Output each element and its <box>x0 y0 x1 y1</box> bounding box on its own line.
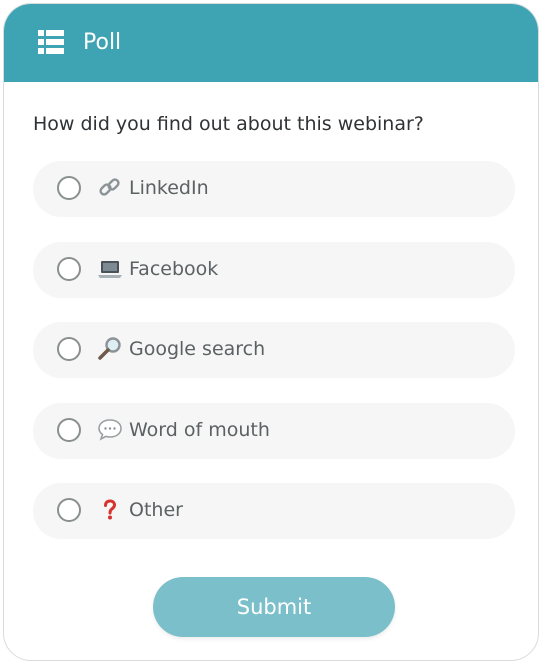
submit-button[interactable]: Submit <box>153 577 395 637</box>
option-facebook[interactable]: Facebook <box>33 242 515 298</box>
radio-button[interactable] <box>57 498 81 522</box>
option-label: Other <box>129 499 183 521</box>
radio-button[interactable] <box>57 418 81 442</box>
radio-button[interactable] <box>57 257 81 281</box>
option-label: Word of mouth <box>129 419 270 441</box>
speech-bubble-icon <box>98 419 122 441</box>
option-label: LinkedIn <box>129 177 209 199</box>
radio-button[interactable] <box>57 337 81 361</box>
option-label: Google search <box>129 338 266 360</box>
option-label: Facebook <box>129 258 219 280</box>
magnifier-icon <box>98 337 121 360</box>
option-google-search[interactable]: Google search <box>33 322 515 378</box>
poll-header: Poll <box>4 4 538 82</box>
radio-button[interactable] <box>57 176 81 200</box>
list-icon <box>38 30 64 54</box>
laptop-icon <box>98 261 122 278</box>
link-icon <box>99 178 120 196</box>
option-word-of-mouth[interactable]: Word of mouth <box>33 403 515 459</box>
option-linkedin[interactable]: LinkedIn <box>33 161 515 217</box>
poll-title: Poll <box>83 30 122 55</box>
poll-card: Poll How did you find out about this web… <box>3 3 539 661</box>
poll-question: How did you find out about this webinar? <box>33 113 424 135</box>
question-mark-icon <box>104 499 117 520</box>
option-other[interactable]: Other <box>33 483 515 539</box>
